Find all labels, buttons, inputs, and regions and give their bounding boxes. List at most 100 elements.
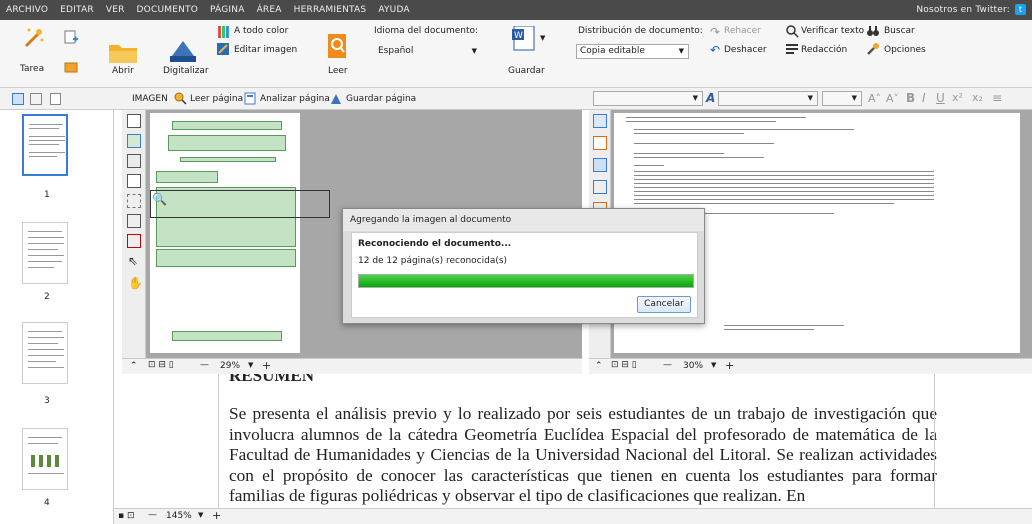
zoom-in-icon[interactable]: + (725, 359, 734, 372)
page-thumbnail[interactable] (22, 428, 68, 490)
recognition-area[interactable] (172, 331, 282, 341)
chevron-down-icon[interactable]: ▼ (711, 361, 716, 369)
text-tool-icon[interactable] (593, 114, 607, 128)
deshacer-button[interactable]: Deshacer (724, 45, 767, 55)
shrink-font-icon[interactable]: A˅ (886, 92, 899, 105)
fit-icons[interactable]: ⊡ ⊟ ▯ (148, 360, 174, 370)
zoom-out-icon[interactable]: — (148, 510, 157, 520)
menu-ver[interactable]: VER (100, 5, 131, 15)
zoom-in-icon[interactable]: + (262, 359, 271, 372)
recognition-area[interactable] (156, 249, 296, 267)
digitalizar-button[interactable]: Digitalizar (163, 66, 209, 76)
zoom-out-icon[interactable]: — (663, 360, 672, 370)
thumbnails-view-icon[interactable] (12, 93, 24, 105)
chevron-up-icon[interactable]: ⌃ (595, 361, 603, 371)
color-icon (218, 26, 229, 38)
page-thumbnail[interactable] (22, 222, 68, 284)
doc-zoom-value[interactable]: 145% (166, 511, 192, 521)
recognition-area[interactable] (156, 171, 218, 183)
details-view-icon[interactable] (30, 93, 42, 105)
font-style-select[interactable]: ▼ (593, 91, 703, 106)
menu-herramientas[interactable]: HERRAMIENTAS (288, 5, 373, 15)
cancel-button[interactable]: Cancelar (637, 296, 691, 313)
text-zoom-bar: ⌃ ⊡ ⊟ ▯ — 30% ▼ + (589, 358, 1032, 374)
distribucion-label: Distribución de documento: (578, 26, 703, 36)
leer-pagina-button[interactable]: Leer página (190, 94, 243, 104)
delete-area-icon[interactable] (127, 214, 141, 228)
tarea-button[interactable]: Tarea (20, 64, 44, 74)
recognition-area[interactable] (172, 121, 282, 130)
distribucion-select[interactable]: Copia editable ▼ (576, 44, 689, 59)
dialog-status: Reconociendo el documento... (358, 239, 512, 249)
table-area-icon[interactable] (127, 154, 141, 168)
barcode-area-icon[interactable] (127, 174, 141, 188)
rehacer-button[interactable]: Rehacer (724, 26, 761, 36)
picture-area-icon[interactable] (127, 134, 141, 148)
save-page-icon (331, 94, 341, 104)
menu-pagina[interactable]: PÁGINA (204, 5, 251, 15)
order-areas-icon[interactable] (127, 234, 141, 248)
zoom-in-icon[interactable]: + (212, 509, 221, 522)
buscar-button[interactable]: Buscar (884, 26, 915, 36)
idioma-select[interactable]: Español ▼ (374, 44, 482, 59)
new-doc-icon[interactable] (64, 30, 78, 44)
chevron-down-icon[interactable]: ▼ (198, 511, 203, 519)
image-zoom-bar: ⌃ ⊡ ⊟ ▯ — 29% ▼ + (122, 358, 582, 374)
text-zoom-value[interactable]: 30% (683, 361, 703, 371)
underline-icon[interactable]: U (936, 91, 945, 105)
image-tool-icon[interactable] (593, 158, 607, 172)
chevron-down-icon[interactable]: ▼ (248, 361, 253, 369)
menu-archivo[interactable]: ARCHIVO (0, 5, 54, 15)
zoom-out-icon[interactable]: — (200, 360, 209, 370)
bold-icon[interactable]: B (906, 91, 915, 105)
pointer-icon[interactable]: ⇖ (128, 254, 138, 268)
guardar-pagina-button[interactable]: Guardar página (346, 94, 416, 104)
hand-icon[interactable]: ✋ (128, 276, 143, 290)
dialog-title: Agregando la imagen al documento (343, 209, 704, 231)
recognition-area[interactable] (180, 157, 276, 162)
image-zoom-value[interactable]: 29% (220, 361, 240, 371)
abrir-button[interactable]: Abrir (112, 66, 134, 76)
menu-area[interactable]: ÁREA (251, 5, 288, 15)
align-icon[interactable]: ≡ (992, 91, 1002, 105)
zoom-pane[interactable]: RESUMEN Se presenta el análisis previo y… (122, 374, 1032, 514)
a-todo-color-button[interactable]: A todo color (234, 26, 288, 36)
guardar-button[interactable]: Guardar (508, 66, 545, 76)
doc-body: Se presenta el análisis previo y lo real… (229, 404, 937, 506)
menu-ayuda[interactable]: AYUDA (372, 5, 415, 15)
chevron-down-icon: ▼ (471, 47, 477, 55)
text-area-icon[interactable] (127, 114, 141, 128)
chevron-up-icon[interactable]: ⌃ (130, 361, 138, 371)
recognition-area[interactable] (168, 135, 286, 151)
page-options-icon[interactable] (50, 93, 61, 105)
background-area-icon[interactable] (127, 194, 141, 208)
menu-documento[interactable]: DOCUMENTO (131, 5, 204, 15)
twitter-link[interactable]: Nosotros en Twitter: t (910, 4, 1032, 15)
guardar-dropdown-icon[interactable]: ▼ (540, 34, 545, 42)
table-tool-icon[interactable] (593, 136, 607, 150)
font-size-select[interactable]: ▼ (822, 91, 862, 106)
scan-small-icon[interactable] (64, 60, 78, 74)
leer-button[interactable]: Leer (328, 66, 348, 76)
page-thumbnail[interactable] (22, 114, 68, 176)
menu-editar[interactable]: EDITAR (54, 5, 100, 15)
superscript-icon[interactable]: x² (952, 91, 963, 104)
page-thumbnail[interactable] (22, 322, 68, 384)
font-name-select[interactable]: ▼ (718, 91, 818, 106)
barcode-tool-icon[interactable] (593, 180, 607, 194)
subscript-icon[interactable]: x₂ (972, 91, 983, 104)
opciones-button[interactable]: Opciones (884, 45, 926, 55)
redaccion-button[interactable]: Redacción (801, 45, 847, 55)
fit-page-icon[interactable]: ▪ ⊡ (118, 511, 135, 521)
grow-font-icon[interactable]: A˄ (868, 92, 881, 105)
italic-icon[interactable]: I (922, 91, 926, 105)
image-tools: ⇖ ✋ (122, 110, 146, 358)
analizar-pagina-button[interactable]: Analizar página (260, 94, 330, 104)
verificar-texto-button[interactable]: Verificar texto (801, 26, 864, 36)
progress-dialog: Agregando la imagen al documento Reconoc… (342, 208, 705, 324)
page-number: 2 (44, 292, 50, 302)
editar-imagen-button[interactable]: Editar imagen (234, 45, 297, 55)
fit-icons[interactable]: ⊡ ⊟ ▯ (611, 360, 637, 370)
style-icon[interactable]: A (706, 91, 715, 105)
redo-icon: ↷ (710, 25, 721, 39)
